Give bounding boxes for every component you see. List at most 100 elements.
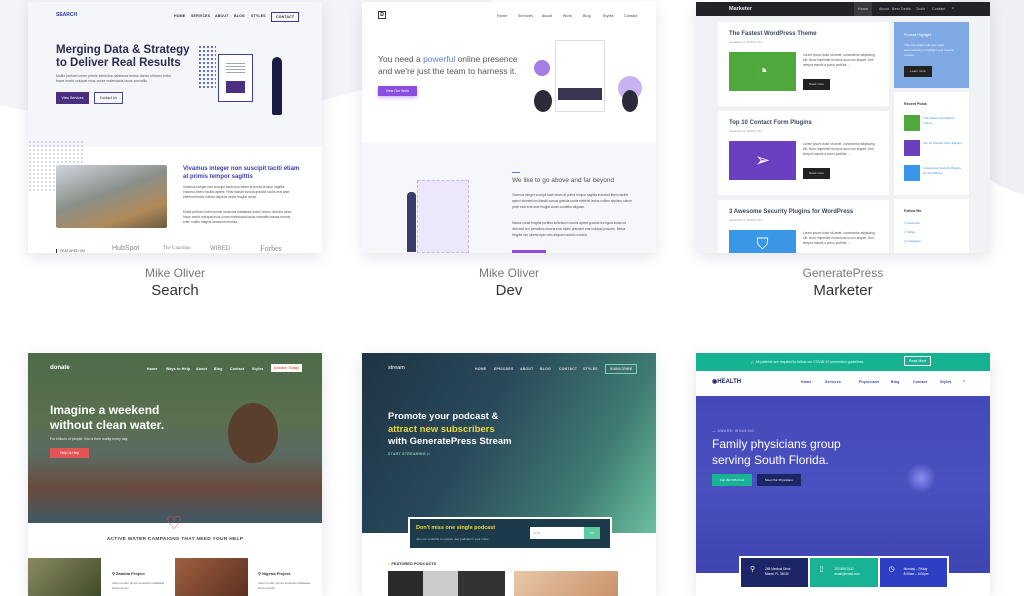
post-card: 3 Awesome Security Plugins for WordPress… [718,200,889,253]
heart-icon: ♡ [166,513,183,533]
logo: donate [50,365,70,371]
post-card: The Fastest WordPress Theme September 6,… [718,22,889,106]
nav-item: About [542,14,553,18]
nav-item: ABOUT [215,14,229,18]
follow-widget: Follow Me f Facebook t Twitter ◎ Instagr… [894,199,969,253]
learn-more-button: Learn more [904,66,932,77]
phone-icon: ▯ [819,566,824,573]
nav-item: Physicians [859,380,880,384]
nav-item: STYLES [251,14,266,18]
cta-label: START STREAMING [388,452,426,456]
nav-item: HOME [174,14,186,18]
guardian-logo: The Guardian [163,246,191,251]
nav-item: Services [518,14,534,18]
nav-item: Home [147,367,158,371]
recent-thumb [904,115,920,131]
widget-text: This first widget will style itself auto… [904,43,955,57]
podcast-photo [514,571,618,596]
podcast-photo [388,571,505,596]
product-highlight-widget: Product Highlight This first widget will… [894,22,969,88]
clock-icon: ◷ [888,566,895,573]
template-card-donate[interactable]: donate Home Ways to Help About Blog Cont… [28,353,322,596]
signup-box: Don't miss one single podcast Join our e… [408,517,612,550]
section-heading: We like to go above and far beyond [512,177,615,184]
twitter-link: t Twitter [904,230,916,234]
template-card-health[interactable]: △ All patients are required to follow ou… [696,353,990,596]
help-button: Help Us Help [50,448,89,458]
template-card-search[interactable]: SEARCH HOME SERVICES ABOUT BLOG STYLES C… [28,2,322,253]
read-more-button: Read more [803,79,830,90]
facebook-link: f Facebook [904,221,920,225]
nav-item: ABOUT [520,367,534,371]
signup-title: Don't miss one single podcast [416,525,496,531]
nav-item-active: Home [854,2,873,16]
eyebrow: — AWARD WINNING [712,429,755,433]
widget-title: Recent Posts [904,102,927,106]
template-card-dev[interactable]: D Home Services About Work Blog Styles C… [362,2,656,253]
nav-item: BLOG [540,367,551,371]
recent-post-link: Top 10 Contact Form Plugins [923,141,962,145]
project-title: ⚲ Nigeria Project [258,571,291,576]
nav-item: STYLES [583,367,598,371]
nav-item: Best Deals [892,7,911,11]
template-author: Mike Oliver [478,266,539,280]
post-title: Top 10 Contact Form Plugins [729,120,812,126]
nav-item: Blog [583,14,591,18]
template-card-stream[interactable]: stream HOME EPISODES ABOUT BLOG CONTACT … [362,353,656,596]
headline: You need a powerful online presence and … [378,53,518,77]
contact-button: CONTACT [271,12,300,22]
template-card-marketer[interactable]: Marketer Home About Best Deals Tools Con… [696,2,990,253]
nav-item: Styles [252,367,264,371]
dots-decoration [198,45,216,90]
nav-item: About [879,7,890,11]
call-button: Call 202.555.0141 [712,474,752,486]
nav-item: Home [497,14,508,18]
nav-item: Ways to Help [166,367,191,371]
nav-item: Home [801,380,812,384]
purple-button [512,250,546,253]
nav-item: Tools [916,7,926,11]
hours-box: ◷ Monday – Friday 8:00am – 6:00pm [879,558,947,587]
post-excerpt: Lorem ipsum dolor sit amet, consectetur … [803,231,875,245]
headline: Family physicians group serving South Fl… [712,437,841,467]
project-text: rutrum lorem primis senectus habitasse l… [258,581,311,590]
man-illustration [407,192,416,252]
document-illustration [218,54,253,102]
logo: D [378,11,386,19]
recent-thumb [904,140,920,156]
headline-accent: attract new subscribers [388,423,495,435]
woman-illustration [272,57,282,115]
nav-item: Contact [624,14,638,18]
widget-title: Follow Me [904,209,922,213]
nav-item: Contact [230,367,245,371]
template-author: GeneratePress [802,266,884,280]
shield-icon: ⛉ [729,230,796,253]
section-heading: ACTIVE WATER CAMPAIGNS THAT NEED YOUR HE… [106,537,244,542]
project-text: rutrum lorem primis senectus habitasse l… [112,581,165,590]
post-meta: September 6, 2018 by Tom [729,40,763,44]
template-name[interactable]: Dev [362,282,656,299]
view-services-button: View Services [56,92,89,104]
hero-text: Mollis pretium lorem primis senectus hab… [56,74,172,83]
email-input: email [530,527,584,539]
read-more-button: Read More [904,356,932,366]
template-name[interactable]: Search [28,282,322,299]
nav-item: HOME [475,367,487,371]
featured-heading: // FEATURED PODCASTS [388,561,437,566]
project-title: ⚲ Zambia Project [112,571,145,576]
alert-message: All patients are required to follow our … [755,360,864,364]
recent-posts-widget: Recent Posts The Fastest WordPress Theme… [894,92,969,195]
info-line: email@email.com [834,572,860,576]
meet-physicians-button: Meet Our Physicians [757,474,801,486]
post-title: 3 Awesome Security Plugins for WordPress [729,209,854,215]
sun-glow [906,463,936,493]
project-photo [28,558,101,596]
alert-text: △ All patients are required to follow ou… [751,360,864,364]
post-meta: September 6, 2018 by Tom [729,129,763,133]
template-name[interactable]: Marketer [696,282,990,299]
recent-post-link: 3 Awesome Security Plugins for WordPress [923,166,961,175]
nav-item: CONTACT [559,367,578,371]
search-icon: ⌕ [963,379,966,383]
read-more-button: Read more [803,168,830,179]
search-icon: ⌕ [952,6,955,10]
